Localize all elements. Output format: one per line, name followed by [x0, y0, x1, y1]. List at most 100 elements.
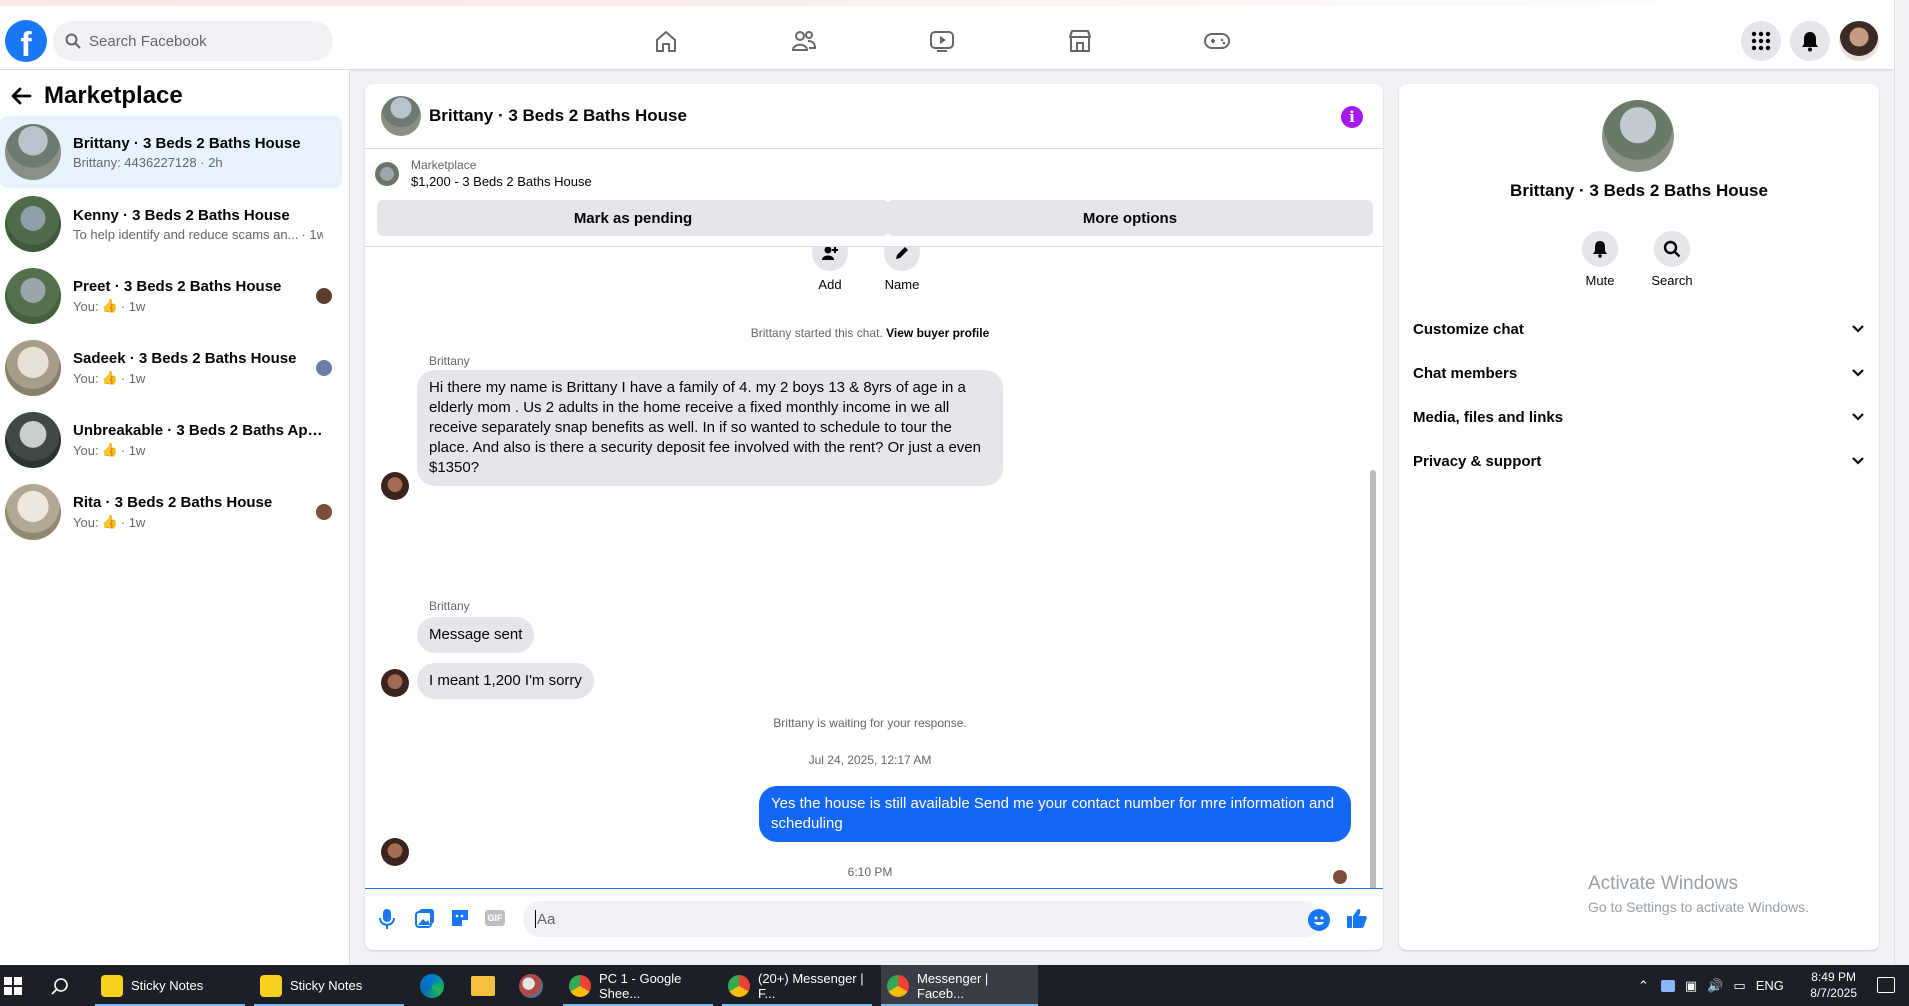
message-thread[interactable]: Add Name Brittany started this chat. Vie… — [365, 247, 1375, 889]
customize-chat-section[interactable]: Customize chat — [1413, 317, 1865, 341]
privacy-support-section[interactable]: Privacy & support — [1413, 449, 1865, 473]
mark-as-pending-button[interactable]: Mark as pending — [377, 200, 889, 236]
taskbar-sticky-notes-2[interactable]: Sticky Notes — [254, 965, 404, 1006]
timestamp: Jul 24, 2025, 12:17 AM — [808, 753, 932, 767]
gaming-icon[interactable] — [1202, 26, 1232, 56]
watch-video-icon[interactable] — [927, 26, 957, 56]
outgoing-message-bubble[interactable]: Yes the house is still available Send me… — [759, 786, 1351, 842]
chat-title[interactable]: Brittany · 3 Beds 2 Baths House — [429, 106, 687, 126]
sidebar-header: Marketplace — [10, 82, 183, 110]
volume-icon[interactable]: 🔊 — [1707, 978, 1723, 994]
seen-avatar — [316, 288, 332, 304]
add-button[interactable]: Add — [800, 247, 860, 292]
sticker-icon[interactable] — [450, 908, 470, 932]
language-indicator[interactable]: ENG — [1756, 978, 1784, 993]
more-options-button[interactable]: More options — [887, 200, 1373, 236]
file-explorer-icon[interactable] — [471, 976, 495, 996]
view-buyer-profile-link[interactable]: View buyer profile — [886, 326, 989, 340]
chrome-icon — [887, 974, 909, 997]
network-icon[interactable]: ▣ — [1685, 978, 1697, 994]
message-input-placeholder: Aa — [537, 910, 556, 928]
listing-thumbnail — [5, 412, 61, 468]
conversation-name: Sadeek · 3 Beds 2 Baths House — [73, 350, 297, 367]
facebook-logo-icon[interactable]: f — [5, 20, 47, 62]
search-icon — [65, 33, 81, 49]
edge-browser-icon[interactable] — [420, 974, 444, 998]
search-input[interactable]: Search Facebook — [53, 21, 333, 61]
chevron-down-icon — [1852, 369, 1864, 377]
listing-avatar-large[interactable] — [1602, 100, 1674, 172]
taskbar-search-icon[interactable] — [51, 977, 69, 998]
conversation-preview: You: 👍 · 1w — [73, 442, 146, 458]
bell-icon — [1593, 241, 1607, 258]
battery-icon[interactable]: ▭ — [1733, 978, 1745, 994]
tray-chevron-up-icon[interactable]: ⌃ — [1638, 978, 1649, 994]
section-label: Privacy & support — [1413, 452, 1542, 470]
thread-scrollbar[interactable] — [1369, 254, 1377, 950]
taskbar-chrome-google-sheets[interactable]: PC 1 - Google Shee... — [563, 965, 713, 1006]
home-icon[interactable] — [651, 26, 681, 56]
name-button[interactable]: Name — [872, 247, 932, 292]
chat-members-section[interactable]: Chat members — [1413, 361, 1865, 385]
name-label: Name — [884, 277, 920, 292]
message-input[interactable]: Aa — [523, 901, 1323, 937]
listing-summary[interactable]: Marketplace $1,200 - 3 Beds 2 Baths Hous… — [375, 158, 592, 189]
taskbar-chrome-messenger-1[interactable]: (20+) Messenger | F... — [722, 965, 872, 1006]
conversation-item-unbreakable[interactable]: Unbreakable · 3 Beds 2 Baths Apar... You… — [0, 404, 342, 476]
taskbar-chrome-messenger-2[interactable]: Messenger | Faceb... — [881, 965, 1038, 1006]
add-person-icon — [822, 247, 838, 260]
sender-avatar[interactable] — [381, 838, 409, 866]
windows-start-icon[interactable] — [4, 977, 22, 998]
taskbar-label: (20+) Messenger | F... — [758, 970, 864, 1001]
message-bubble[interactable]: Message sent — [417, 617, 535, 653]
notification-center-icon[interactable] — [1877, 977, 1895, 993]
marketplace-sidebar: Marketplace Brittany · 3 Beds 2 Baths Ho… — [0, 70, 350, 965]
sender-avatar[interactable] — [381, 669, 409, 697]
conversation-item-brittany[interactable]: Brittany · 3 Beds 2 Baths House Brittany… — [0, 116, 342, 188]
microphone-icon[interactable] — [379, 908, 395, 934]
system-clock[interactable]: 8:49 PM 8/7/2025 — [1810, 969, 1857, 1001]
marketplace-icon[interactable] — [1065, 26, 1095, 56]
section-label: Media, files and links — [1413, 408, 1564, 426]
listing-thumbnail — [5, 268, 61, 324]
tray-app-icon[interactable] — [1660, 979, 1675, 992]
message-bubble[interactable]: Hi there my name is Brittany I have a fa… — [417, 370, 1003, 486]
page-scrollbar[interactable] — [1894, 0, 1909, 965]
info-icon[interactable]: i — [1341, 106, 1363, 128]
gif-button[interactable]: GIF — [485, 910, 505, 926]
conversation-name: Rita · 3 Beds 2 Baths House — [73, 494, 273, 511]
app-icon[interactable] — [519, 974, 543, 998]
thumbs-up-icon: 👍 — [101, 514, 118, 529]
conversation-preview: To help identify and reduce scams an... ·… — [73, 226, 323, 242]
thumbs-up-send-icon[interactable] — [1346, 907, 1368, 933]
chat-listing-thumbnail[interactable] — [381, 96, 421, 136]
browser-strip — [0, 0, 1894, 6]
back-arrow-icon[interactable] — [10, 86, 32, 106]
section-label: Customize chat — [1413, 320, 1524, 338]
taskbar-sticky-notes-1[interactable]: Sticky Notes — [95, 965, 245, 1006]
system-tray: ⌃ ▣ 🔊 ▭ ENG — [1638, 965, 1784, 1006]
emoji-icon[interactable] — [1308, 909, 1330, 931]
section-label: Chat members — [1413, 364, 1518, 382]
conversation-item-rita[interactable]: Rita · 3 Beds 2 Baths House You: 👍 · 1w — [0, 476, 342, 548]
mute-label: Mute — [1585, 273, 1615, 288]
menu-grid-icon[interactable] — [1741, 21, 1781, 61]
conversation-item-sadeek[interactable]: Sadeek · 3 Beds 2 Baths House You: 👍 · 1w — [0, 332, 342, 404]
windows-taskbar: Sticky Notes Sticky Notes PC 1 - Google … — [0, 965, 1909, 1006]
sticky-notes-icon — [101, 974, 123, 997]
search-in-chat-button[interactable]: Search — [1642, 231, 1702, 288]
conversation-item-preet[interactable]: Preet · 3 Beds 2 Baths House You: 👍 · 1w — [0, 260, 342, 332]
media-files-links-section[interactable]: Media, files and links — [1413, 405, 1865, 429]
sender-avatar[interactable] — [381, 472, 409, 500]
chat-started-note: Brittany started this chat. View buyer p… — [750, 326, 990, 340]
mute-button[interactable]: Mute — [1570, 231, 1630, 288]
conversation-item-kenny[interactable]: Kenny · 3 Beds 2 Baths House To help ide… — [0, 188, 342, 260]
scrollbar-thumb[interactable] — [1370, 470, 1376, 950]
account-avatar[interactable] — [1839, 21, 1879, 61]
notifications-bell-icon[interactable] — [1790, 21, 1830, 61]
photo-attach-icon[interactable] — [415, 908, 435, 932]
message-bubble[interactable]: I meant 1,200 I'm sorry — [417, 663, 594, 699]
friends-icon[interactable] — [789, 26, 819, 56]
sender-name: Brittany — [429, 599, 470, 613]
search-icon — [1663, 240, 1681, 258]
